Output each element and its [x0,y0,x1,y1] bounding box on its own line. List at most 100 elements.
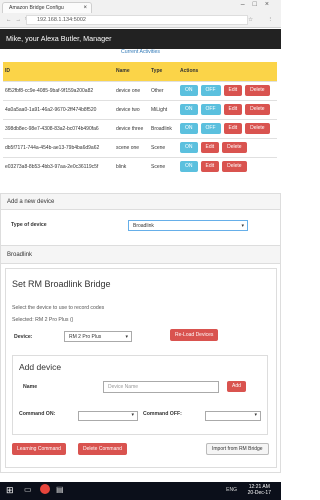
table-row: db5f7171-744a-454b-ae13-79b4ba6d9a62 scen… [3,138,277,157]
url-text: 192.168.1.134:5002 [37,17,86,23]
minimize-icon[interactable]: – [241,1,253,8]
col-name: Name [116,68,130,74]
device-id: 6f52fbf8-cc9e-4085-9baf-9f159a200a82 [5,88,94,94]
delete-button[interactable]: Delete [245,123,270,135]
row-actions: ON OFF Edit Delete [180,82,277,101]
edit-button[interactable]: Edit [223,123,243,135]
on-button[interactable]: ON [180,85,198,97]
table-row: 4a0a5aa0-1a91-46a2-9670-2ff474b8f520 devi… [3,100,277,119]
language-indicator[interactable]: ENG [226,487,237,493]
table-row: e03273a8-8b53-4bb3-97aa-2e0c36119c5f blin… [3,157,277,176]
edit-button[interactable]: Edit [200,142,220,154]
devices-table: ID Name Type Actions 6f52fbf8-cc9e-4085-… [3,62,277,176]
type-of-device-value: Broadlink [133,223,154,229]
device-id: 398db8ec-98e7-4308-83a2-bc074b490fa6 [5,126,99,132]
col-id: ID [5,68,10,74]
col-actions: Actions [180,68,199,74]
window-controls: –□× [241,1,277,8]
device-name: scene one [116,145,140,151]
on-button[interactable]: ON [180,161,198,173]
broadlink-instruction: Select the device to use to record codes [12,305,105,311]
clock[interactable]: 12:21 AM 20-Dec-17 [248,484,271,496]
broadlink-title: Set RM Broadlink Bridge [12,279,111,289]
broadlink-inner: Set RM Broadlink Bridge Select the devic… [5,268,277,468]
type-of-device-label: Type of device [11,222,47,228]
taskbar: ⊞ ▭ ▤ ENG 12:21 AM 20-Dec-17 [0,482,281,500]
add-button[interactable]: Add [227,381,246,392]
app-navbar: Mike, your Alexa Butler, Manager [0,29,281,49]
delete-button[interactable]: Delete [245,104,270,116]
device-name: device two [116,107,140,113]
device-id: 4a0a5aa0-1a91-46a2-9670-2ff474b8f520 [5,107,97,113]
type-of-device-select[interactable]: Broadlink ▾ [128,220,248,231]
file-explorer-icon[interactable]: ▤ [56,485,64,494]
forward-icon[interactable]: → [16,17,26,23]
address-bar-row: ←→↻ 192.168.1.134:5002 ☆ ⋮ [2,14,279,26]
off-button[interactable]: OFF [200,123,221,135]
add-device-heading: Add a new device [1,194,280,210]
row-actions: ON OFF Edit Delete [180,120,277,139]
close-tab-icon[interactable]: × [83,3,87,13]
command-on-select[interactable]: ▾ [78,411,138,421]
learning-command-button[interactable]: Learning Command [12,443,66,455]
close-window-icon[interactable]: × [265,1,277,8]
on-button[interactable]: ON [180,104,198,116]
name-label: Name [23,384,38,390]
device-name: device three [116,126,144,132]
broadlink-heading: Broadlink [1,246,280,264]
delete-button[interactable]: Delete [222,161,247,173]
import-from-rm-bridge-button[interactable]: Import from RM Bridge [206,443,269,455]
chevron-down-icon: ▾ [125,334,128,340]
command-off-label: Command OFF: [143,411,182,417]
table-row: 6f52fbf8-cc9e-4085-9baf-9f159a200a82 devi… [3,81,277,100]
row-actions: ON Edit Delete [180,158,277,177]
edit-button[interactable]: Edit [223,85,243,97]
device-id: db5f7171-744a-454b-ae13-79b4ba6d9a62 [5,145,100,151]
bookmark-star-icon[interactable]: ☆ [248,14,253,26]
device-name: device one [116,88,141,94]
browser-tab[interactable]: Amazon Bridge Configu × [2,2,92,13]
on-button[interactable]: ON [180,142,198,154]
current-activities-link[interactable]: Current Activities [121,49,160,55]
add-device-box: Add device Name Device Name Add Command … [12,355,268,435]
address-input[interactable]: 192.168.1.134:5002 [26,15,248,25]
browser-chrome: Amazon Bridge Configu × –□× ←→↻ 192.168.… [0,0,281,28]
off-button[interactable]: OFF [200,104,221,116]
delete-button[interactable]: Delete [245,85,270,97]
windows-start-icon[interactable]: ⊞ [6,485,14,496]
device-name-placeholder: Device Name [108,384,139,390]
edit-button[interactable]: Edit [200,161,220,173]
command-off-select[interactable]: ▾ [205,411,261,421]
add-device-title: Add device [19,362,62,372]
off-button[interactable]: OFF [200,85,221,97]
clock-date: 20-Dec-17 [247,490,271,496]
device-select-value: RM 2 Pro Plus [69,334,102,340]
device-select[interactable]: RM 2 Pro Plus ▾ [64,331,132,342]
on-button[interactable]: ON [180,123,198,135]
table-header: ID Name Type Actions [3,62,277,81]
tab-title: Amazon Bridge Configu [9,5,64,11]
current-activities-link-row: Current Activities [0,49,281,57]
device-label: Device: [14,334,33,340]
row-actions: ON Edit Delete [180,139,277,158]
row-actions: ON OFF Edit Delete [180,101,277,120]
chrome-taskbar-icon[interactable] [40,484,50,494]
device-name: blink [116,164,127,170]
broadlink-panel: Broadlink Set RM Broadlink Bridge Select… [0,245,281,473]
chevron-down-icon: ▾ [131,412,134,418]
delete-command-button[interactable]: Delete Command [78,443,127,455]
browser-menu-icon[interactable]: ⋮ [268,14,274,26]
table-row: 398db8ec-98e7-4308-83a2-bc074b490fa6 devi… [3,119,277,138]
maximize-icon[interactable]: □ [253,1,265,8]
chevron-down-icon: ▾ [241,223,244,229]
edit-button[interactable]: Edit [223,104,243,116]
task-view-icon[interactable]: ▭ [24,485,32,494]
device-name-input[interactable]: Device Name [103,381,219,393]
chevron-down-icon: ▾ [254,412,257,418]
delete-button[interactable]: Delete [222,142,247,154]
broadlink-selected: Selected: RM 2 Pro Plus () [12,317,74,323]
back-icon[interactable]: ← [6,17,16,23]
reload-devices-button[interactable]: Re-Load Devices [170,329,219,341]
device-id: e03273a8-8b53-4bb3-97aa-2e0c36119c5f [5,164,99,170]
command-on-label: Command ON: [19,411,56,417]
